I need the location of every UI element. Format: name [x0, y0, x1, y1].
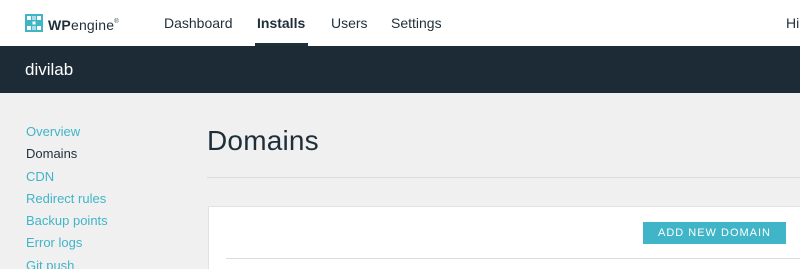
nav-dashboard[interactable]: Dashboard — [164, 0, 233, 46]
site-name: divilab — [25, 60, 74, 79]
sidebar-item-git-push[interactable]: Git push — [26, 255, 108, 269]
sidebar-item-error-logs[interactable]: Error logs — [26, 232, 108, 254]
install-sidebar: Overview Domains CDN Redirect rules Back… — [26, 121, 108, 269]
wpengine-logo-icon — [25, 14, 43, 32]
top-navigation-bar: WPengine® Dashboard Installs Users Setti… — [0, 0, 800, 46]
user-greeting[interactable]: Hi — [786, 0, 799, 46]
wpengine-logo-text: WPengine® — [48, 16, 119, 33]
sidebar-item-cdn[interactable]: CDN — [26, 166, 108, 188]
site-header-bar: divilab — [0, 46, 800, 93]
title-divider — [207, 177, 800, 178]
page-title: Domains — [207, 125, 319, 156]
sidebar-item-backup-points[interactable]: Backup points — [26, 210, 108, 232]
sidebar-item-redirect-rules[interactable]: Redirect rules — [26, 188, 108, 210]
add-new-domain-button[interactable]: ADD NEW DOMAIN — [643, 222, 786, 244]
nav-settings[interactable]: Settings — [391, 0, 442, 46]
nav-installs[interactable]: Installs — [255, 0, 309, 46]
panel-divider — [226, 258, 800, 259]
sidebar-item-overview[interactable]: Overview — [26, 121, 108, 143]
sidebar-item-domains[interactable]: Domains — [26, 143, 108, 165]
nav-users[interactable]: Users — [331, 0, 368, 46]
wpengine-logo[interactable]: WPengine® — [25, 13, 119, 33]
